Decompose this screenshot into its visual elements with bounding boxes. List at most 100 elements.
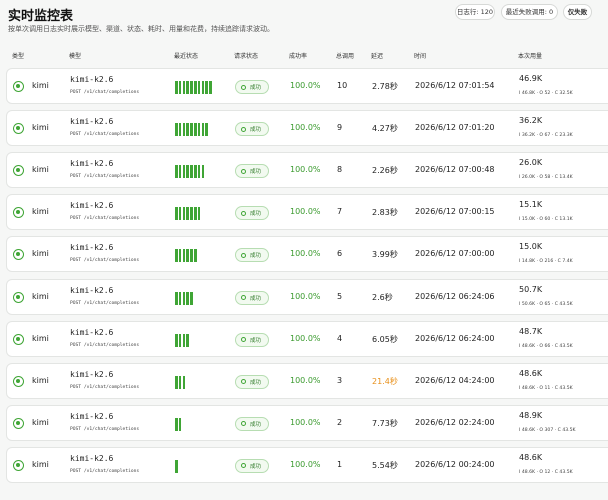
timestamp: 2026/6/12 07:00:15	[415, 207, 495, 217]
request-status-badge: 成功	[235, 290, 269, 305]
success-rate: 100.0%	[290, 375, 321, 385]
success-dot-icon	[241, 463, 246, 469]
endpoint-path: POST /v1/chat/completions	[70, 90, 140, 95]
usage-total: 46.9K	[519, 74, 543, 83]
status-bar	[178, 375, 182, 389]
usage-total: 48.7K	[519, 326, 543, 336]
status-bar	[186, 81, 189, 94]
endpoint-path: POST /v1/chat/completions	[70, 468, 140, 474]
status-bar	[182, 165, 186, 179]
status-bar	[175, 165, 178, 179]
table-row[interactable]: kimi kimi-k2.6 POST /v1/chat/completions 成功…	[6, 446, 608, 483]
table-row[interactable]: kimi kimi-k2.6 POST /v1/chat/completions 成功…	[6, 236, 608, 273]
table-row[interactable]: kimi kimi-k2.6 POST /v1/chat/completions 成功…	[6, 110, 608, 147]
success-rate: 100.0%	[290, 165, 321, 175]
endpoint-path: POST /v1/chat/completions	[70, 300, 140, 306]
success-dot-icon	[241, 421, 246, 427]
page-header: 实时监控表 按单次调用日志实时展示模型、渠道、状态、耗时、用量和花费，持续追踪请…	[0, 0, 608, 44]
column-header-model: 模型	[69, 53, 82, 60]
status-bar	[182, 291, 186, 305]
status-bar	[178, 249, 182, 263]
status-bar	[190, 165, 193, 179]
success-rate: 100.0%	[290, 81, 321, 90]
status-bar	[190, 123, 193, 137]
request-status-label: 成功	[250, 127, 262, 134]
latency: 2.6秒	[372, 292, 393, 302]
usage-breakdown: I 48.6K · O 11 · C 43.5K	[519, 385, 573, 391]
status-bar	[175, 291, 178, 305]
endpoint-path: POST /v1/chat/completions	[70, 132, 140, 138]
table-row[interactable]: kimi kimi-k2.6 POST /v1/chat/completions 成功…	[6, 152, 608, 189]
table-row[interactable]: kimi kimi-k2.6 POST /v1/chat/completions 成功…	[6, 194, 608, 231]
usage-breakdown: I 46.8K · O 52 · C 32.5K	[519, 91, 573, 96]
table-row[interactable]: kimi kimi-k2.6 POST /v1/chat/completions 成功…	[6, 320, 608, 357]
timestamp: 2026/6/12 02:24:00	[415, 417, 495, 427]
status-bar	[178, 333, 182, 347]
success-rate: 100.0%	[290, 417, 321, 427]
model-name: kimi-k2.6	[70, 327, 114, 337]
model-name: kimi-k2.6	[70, 369, 114, 379]
status-bar	[201, 165, 205, 179]
model-name: kimi-k2.6	[70, 159, 114, 169]
success-dot-icon	[241, 210, 246, 216]
provider-name: kimi	[32, 123, 49, 133]
timestamp: 2026/6/12 06:24:00	[415, 333, 495, 343]
request-status-badge: 成功	[235, 416, 269, 431]
model-name: kimi-k2.6	[70, 411, 114, 421]
provider-status-icon	[13, 375, 24, 387]
usage-total: 15.1K	[519, 200, 543, 210]
endpoint-path: POST /v1/chat/completions	[70, 216, 140, 222]
latency: 6.05秒	[372, 334, 398, 344]
page-title: 实时监控表	[8, 9, 74, 24]
latency: 3.99秒	[372, 250, 398, 260]
request-status-badge: 成功	[235, 458, 269, 473]
provider-name: kimi	[32, 291, 49, 301]
provider-name: kimi	[32, 165, 49, 175]
provider-name: kimi	[32, 81, 49, 90]
latency: 2.78秒	[372, 82, 398, 91]
usage-total: 48.6K	[519, 368, 543, 378]
status-bar	[194, 249, 197, 263]
latency: 5.54秒	[372, 460, 398, 470]
total-calls: 1	[337, 459, 343, 469]
usage-total: 50.7K	[519, 284, 543, 294]
column-header-time: 时间	[414, 53, 427, 60]
table-row[interactable]: kimi kimi-k2.6 POST /v1/chat/completions 成功…	[6, 278, 608, 315]
success-rate: 100.0%	[290, 249, 321, 259]
success-dot-icon	[241, 168, 246, 174]
latency: 2.26秒	[372, 166, 398, 176]
status-bar	[175, 249, 178, 263]
status-bar	[190, 81, 193, 94]
request-status-badge: 成功	[235, 206, 269, 221]
failed-only-button[interactable]: 仅失败	[563, 4, 592, 20]
table-row[interactable]: kimi kimi-k2.6 POST /v1/chat/completions 成功…	[6, 68, 608, 104]
status-bar	[190, 207, 193, 221]
usage-total: 15.0K	[519, 242, 543, 252]
request-status-badge: 成功	[235, 248, 269, 263]
table-row[interactable]: kimi kimi-k2.6 POST /v1/chat/completions 成功…	[6, 362, 608, 399]
request-status-label: 成功	[250, 169, 262, 176]
model-name: kimi-k2.6	[70, 243, 114, 253]
latency: 21.4秒	[372, 376, 398, 386]
provider-status-icon	[13, 459, 24, 471]
usage-breakdown: I 48.6K · O 307 · C 43.5K	[519, 427, 576, 433]
provider-status-icon	[13, 249, 24, 261]
provider-status-icon	[13, 291, 24, 303]
latency: 7.73秒	[372, 418, 398, 428]
column-header-usage: 本次用量	[518, 53, 543, 60]
model-name: kimi-k2.6	[70, 201, 114, 211]
table-row[interactable]: kimi kimi-k2.6 POST /v1/chat/completions 成功…	[6, 404, 608, 441]
request-status-label: 成功	[250, 337, 262, 344]
request-status-badge: 成功	[235, 80, 269, 94]
status-bar	[178, 81, 182, 94]
provider-status-icon	[13, 333, 24, 345]
success-rate: 100.0%	[290, 207, 321, 217]
request-status-badge: 成功	[235, 164, 269, 179]
model-name: kimi-k2.6	[70, 453, 114, 463]
model-name: kimi-k2.6	[70, 117, 114, 127]
usage-breakdown: I 48.6K · O 66 · C 43.5K	[519, 343, 573, 349]
column-header-total-calls: 总调用	[336, 53, 355, 60]
column-header-request-status: 请求状态	[234, 53, 259, 60]
status-bar	[175, 123, 178, 137]
provider-status-icon	[13, 123, 24, 135]
